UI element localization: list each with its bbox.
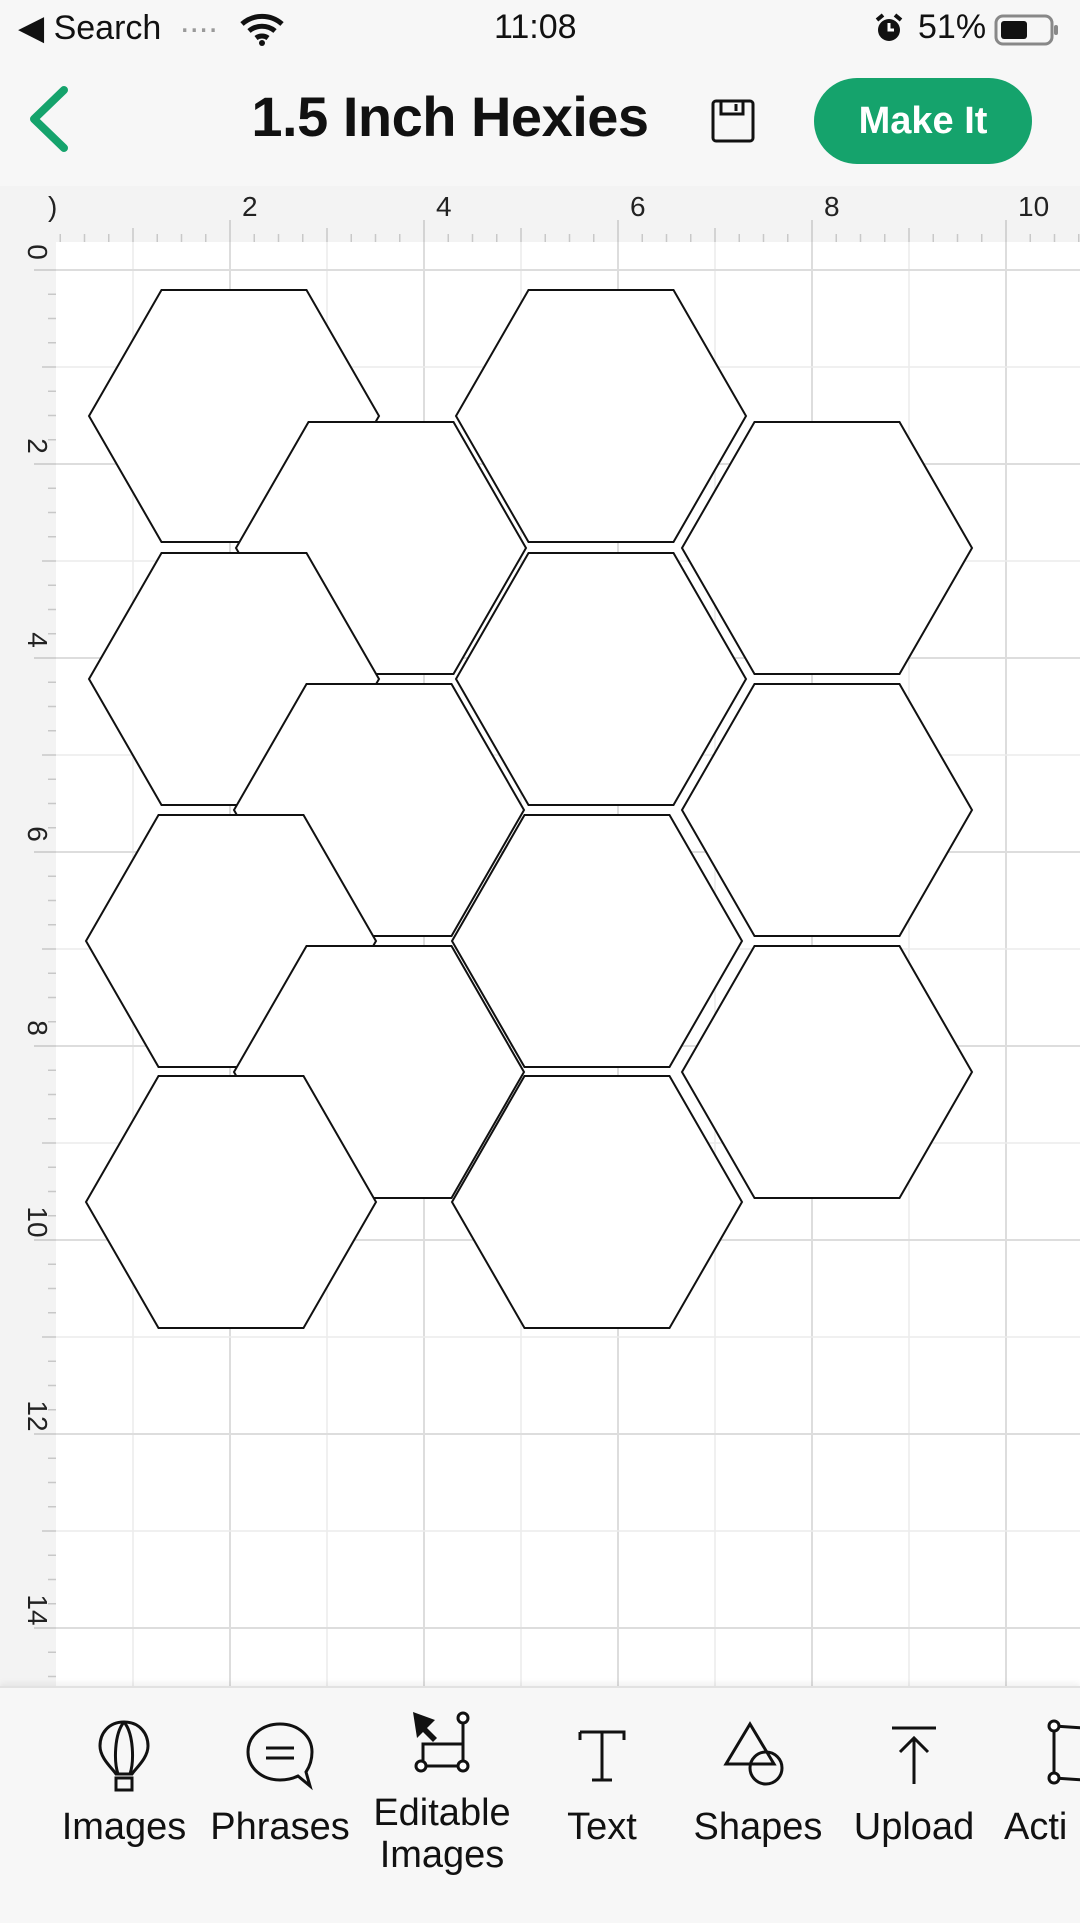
battery-percent: 51%: [918, 8, 987, 46]
ruler-y-label: 10: [22, 1206, 53, 1237]
toolbar-item-editable-images[interactable]: Editable Images: [372, 1708, 512, 1876]
editable-images-label-line2: Images: [379, 1834, 505, 1876]
actions-icon: [1047, 1719, 1080, 1785]
ruler-y-label: 14: [22, 1594, 53, 1625]
back-to-search-link[interactable]: ◀ Search: [18, 8, 161, 48]
hot-air-balloon-icon: [98, 1720, 150, 1792]
ruler-y-label: 8: [22, 1020, 53, 1036]
toolbar-item-actions[interactable]: Acti: [1004, 1718, 1080, 1848]
text-label: Text: [567, 1806, 637, 1848]
ruler-y-label: 2: [22, 438, 53, 454]
toolbar-item-text[interactable]: Text: [532, 1718, 672, 1848]
speech-bubble-icon: [246, 1722, 314, 1791]
clock: 11:08: [494, 8, 577, 46]
ruler-x-label: ): [48, 191, 57, 222]
actions-label: Acti: [1004, 1806, 1068, 1848]
bottom-toolbar: Images Phrases Editable Images Text Shap…: [0, 1686, 1080, 1923]
upload-label: Upload: [853, 1806, 975, 1848]
editable-images-label-line1: Editable: [373, 1792, 511, 1834]
text-t-icon: [578, 1730, 626, 1782]
toolbar-item-phrases[interactable]: Phrases: [210, 1718, 350, 1848]
design-canvas[interactable]: ) 2 4 6 8 10 0 2 4 6 8 10 12 14: [0, 186, 1080, 1726]
ruler-x-label: 6: [630, 191, 646, 222]
make-it-button[interactable]: Make It: [814, 78, 1032, 164]
editable-vector-icon: [413, 1711, 470, 1773]
save-icon[interactable]: [710, 98, 756, 144]
ruler-y-label: 0: [22, 244, 53, 260]
toolbar-item-images[interactable]: Images: [54, 1718, 194, 1848]
shapes-label: Shapes: [693, 1806, 823, 1848]
ruler-y-label: 4: [22, 632, 53, 648]
navigation-bar: 1.5 Inch Hexies Make It: [0, 58, 1080, 187]
alarm-icon: [875, 13, 903, 41]
ruler-y-label: 6: [22, 826, 53, 842]
battery-icon: [994, 14, 1058, 46]
toolbar-item-upload[interactable]: Upload: [844, 1718, 984, 1848]
project-title: 1.5 Inch Hexies: [251, 85, 649, 148]
toolbar-item-shapes[interactable]: Shapes: [688, 1718, 828, 1848]
upload-arrow-icon: [892, 1726, 936, 1784]
ruler-x-label: 8: [824, 191, 840, 222]
ruler-x-label: 10: [1018, 191, 1049, 222]
cell-signal: ....: [180, 2, 218, 40]
shapes-icon: [723, 1721, 784, 1786]
ruler-x-label: 4: [436, 191, 452, 222]
wifi-icon: [240, 13, 284, 46]
phrases-label: Phrases: [210, 1806, 350, 1848]
ruler-y-label: 12: [22, 1400, 53, 1431]
status-bar: ◀ Search .... 11:08 51%: [0, 0, 1080, 58]
images-label: Images: [61, 1806, 187, 1848]
ruler-x-label: 2: [242, 191, 258, 222]
